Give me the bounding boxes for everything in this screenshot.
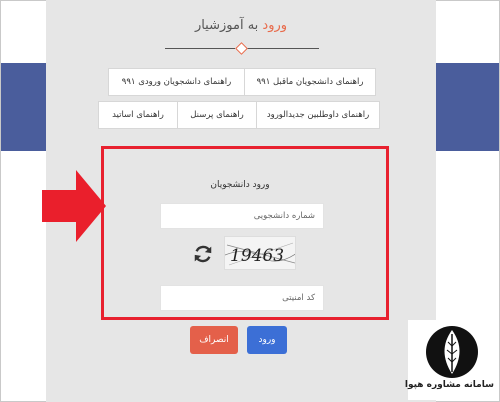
- security-code-placeholder: کد امنیتی: [282, 293, 315, 303]
- student-number-placeholder: شماره دانشجویی: [253, 211, 315, 221]
- guide-new-applicants-button[interactable]: راهنمای داوطلبین جدیدالورود: [256, 101, 380, 129]
- title-divider-left: [165, 48, 235, 49]
- page-title-rest: به آموزشیار: [194, 18, 259, 33]
- login-button[interactable]: ورود: [247, 326, 287, 354]
- page-title: ورود به آموزشیار: [46, 18, 436, 33]
- quill-logo-icon: [426, 326, 478, 378]
- guide-staff-button[interactable]: راهنمای پرسنل: [177, 101, 257, 129]
- captcha-text: 19463: [230, 246, 284, 266]
- guide-professors-button[interactable]: راهنمای اساتید: [98, 101, 178, 129]
- captcha-image: 19463: [224, 236, 296, 270]
- red-arrow-icon: [42, 170, 106, 242]
- cancel-button[interactable]: انصراف: [190, 326, 238, 354]
- security-code-input[interactable]: کد امنیتی: [160, 285, 324, 311]
- title-divider-right: [247, 48, 319, 49]
- guide-pre-991-button[interactable]: راهنمای دانشجویان ماقبل ۹۹۱: [244, 68, 376, 96]
- page-title-highlight: ورود: [262, 18, 288, 33]
- form-title: ورود دانشجویان: [210, 180, 270, 190]
- refresh-captcha-icon[interactable]: [192, 243, 214, 265]
- guide-991-students-button[interactable]: راهنمای دانشجویان ورودی ۹۹۱: [108, 68, 245, 96]
- brand-name: سامانه مشاوره هپوا: [404, 380, 494, 390]
- student-number-input[interactable]: شماره دانشجویی: [160, 203, 324, 229]
